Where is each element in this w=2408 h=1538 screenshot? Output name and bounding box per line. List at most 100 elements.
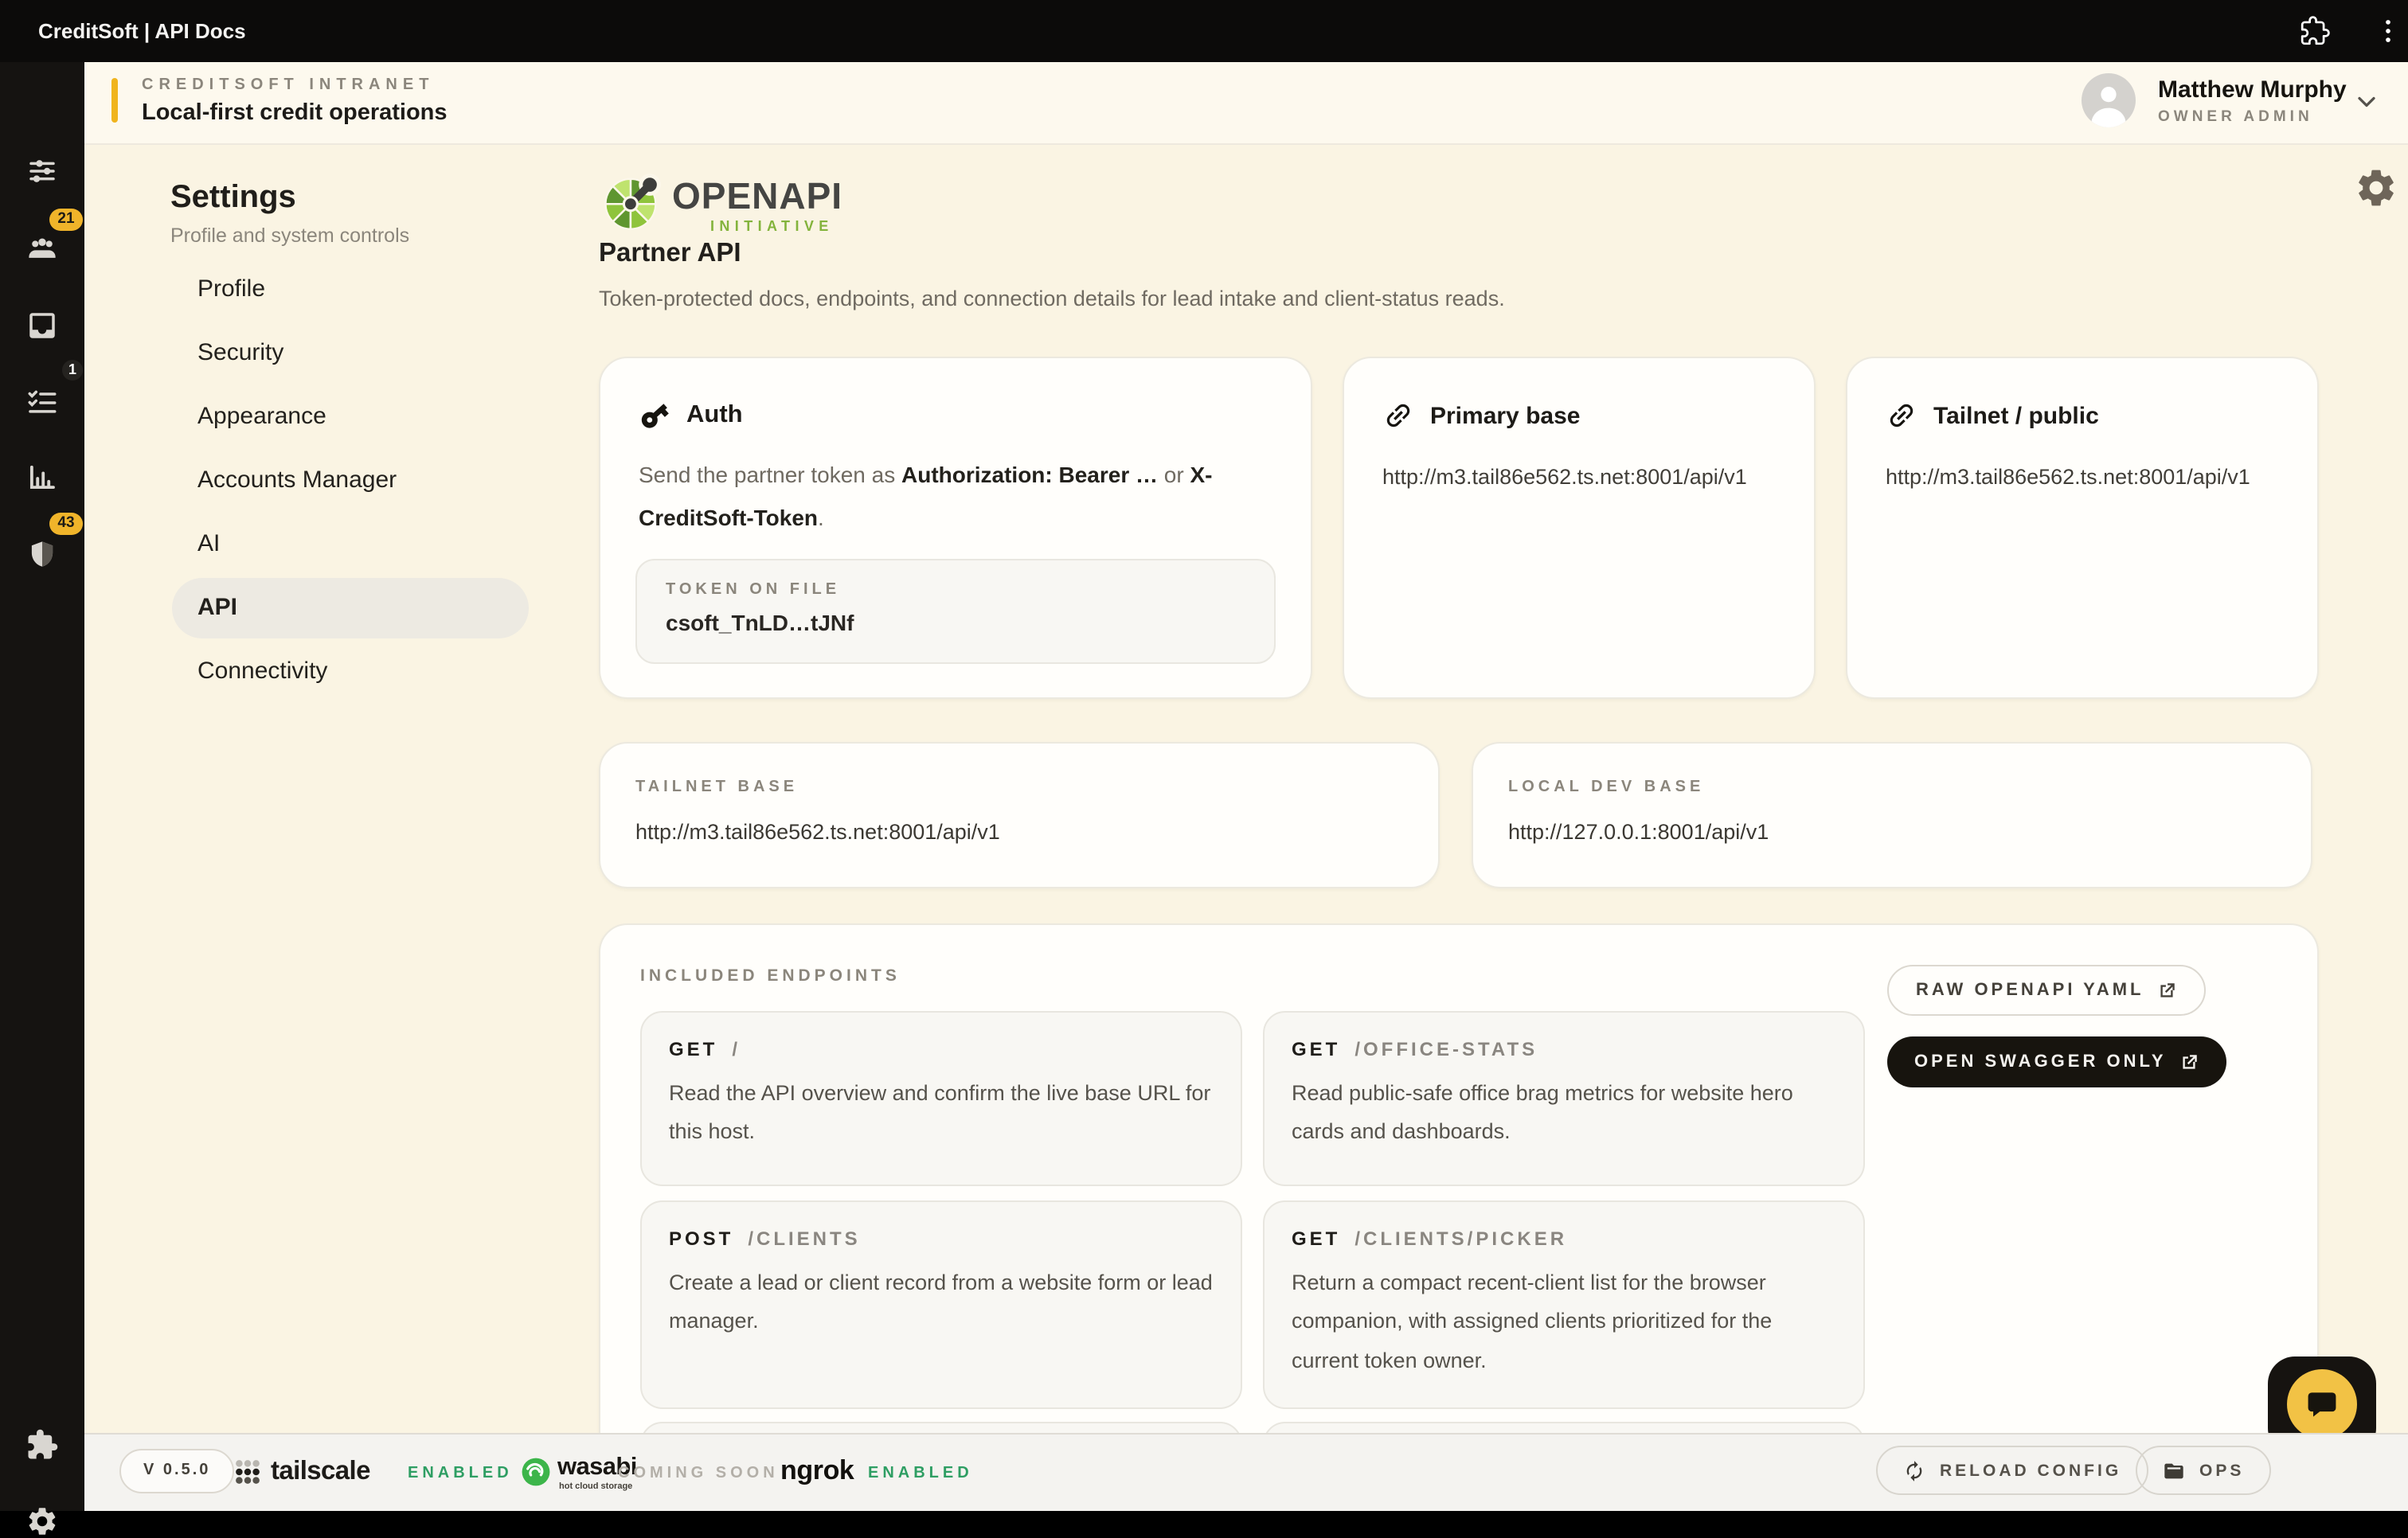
endpoint-path: /CLIENTS	[748, 1228, 860, 1250]
icon-rail: 21 1 43	[0, 62, 84, 1511]
raw-openapi-yaml-button[interactable]: RAW OPENAPI YAML	[1887, 965, 2207, 1016]
wasabi-tagline: hot cloud storage	[559, 1482, 632, 1492]
shield-count-badge: 43	[49, 513, 83, 535]
kebab-menu-icon[interactable]	[2373, 16, 2403, 46]
settings-title: Settings	[170, 180, 296, 217]
local-dev-base-card: LOCAL DEV BASE http://127.0.0.1:8001/api…	[1472, 742, 2312, 888]
endpoint-method: GET	[1292, 1228, 1340, 1250]
plugin-icon[interactable]	[25, 1428, 59, 1462]
nav-item-api[interactable]: API	[172, 578, 529, 638]
page-title: Partner API	[599, 239, 741, 269]
included-endpoints-label: INCLUDED ENDPOINTS	[640, 966, 901, 986]
bar-chart-icon[interactable]	[25, 460, 59, 494]
openapi-wordmark: OPENAPI	[672, 175, 842, 218]
endpoint-path: /	[732, 1038, 741, 1060]
nav-item-ai[interactable]: AI	[172, 514, 529, 575]
endpoint-description: Read public-safe office brag metrics for…	[1292, 1075, 1836, 1152]
version-badge: V 0.5.0	[119, 1449, 234, 1493]
primary-base-title: Primary base	[1430, 402, 1580, 429]
endpoint-card-clients: POST/CLIENTS Create a lead or client rec…	[640, 1200, 1242, 1409]
avatar[interactable]	[2082, 73, 2136, 127]
chat-bubble-circle	[2287, 1369, 2357, 1439]
tailnet-public-title: Tailnet / public	[1933, 402, 2099, 429]
accent-bar	[111, 78, 118, 123]
external-link-icon	[2179, 1052, 2200, 1072]
ngrok-status: ENABLED	[868, 1465, 973, 1482]
nav-item-security[interactable]: Security	[172, 323, 529, 384]
tailnet-public-card: Tailnet / public http://m3.tail86e562.ts…	[1846, 357, 2319, 699]
sliders-icon[interactable]	[25, 154, 59, 188]
checklist-icon[interactable]	[25, 385, 59, 419]
external-link-icon	[2157, 980, 2178, 1001]
nav-item-appearance[interactable]: Appearance	[172, 387, 529, 447]
reload-config-label: RELOAD CONFIG	[1940, 1461, 2121, 1480]
auth-description: Send the partner token as Authorization:…	[639, 454, 1263, 538]
shield-icon[interactable]	[25, 538, 59, 572]
raw-openapi-yaml-label: RAW OPENAPI YAML	[1916, 981, 2144, 1000]
tasks-count-badge: 1	[62, 360, 83, 381]
ngrok-wordmark: ngrok	[780, 1455, 854, 1487]
endpoint-description: Return a compact recent-client list for …	[1292, 1264, 1836, 1380]
included-endpoints-card: INCLUDED ENDPOINTS GET / Read the API ove…	[599, 923, 2319, 1509]
token-box: TOKEN ON FILE csoft_TnLD…tJNf	[635, 559, 1276, 664]
nav-item-connectivity[interactable]: Connectivity	[172, 642, 529, 702]
endpoint-card-clients-picker: GET/CLIENTS/PICKER Return a compact rece…	[1263, 1200, 1865, 1409]
refresh-icon	[1903, 1459, 1925, 1481]
tailnet-base-card: TAILNET BASE http://m3.tail86e562.ts.net…	[599, 742, 1440, 888]
users-count-badge: 21	[49, 209, 83, 231]
tailnet-base-url: http://m3.tail86e562.ts.net:8001/api/v1	[635, 820, 1000, 844]
speech-bubble-icon	[2304, 1387, 2340, 1422]
wasabi-logo-icon	[521, 1457, 551, 1487]
tailnet-public-url: http://m3.tail86e562.ts.net:8001/api/v1	[1886, 457, 2287, 498]
tailscale-wordmark: tailscale	[271, 1457, 370, 1487]
endpoint-card-root: GET / Read the API overview and confirm t…	[640, 1011, 1242, 1186]
openapi-initiative-label: INITIATIVE	[710, 218, 834, 234]
open-swagger-only-button[interactable]: OPEN SWAGGER ONLY	[1887, 1036, 2227, 1087]
tailscale-status: ENABLED	[408, 1465, 513, 1482]
user-name: Matthew Murphy	[2158, 76, 2347, 103]
link-icon	[1886, 400, 1917, 431]
page-subtitle: Token-protected docs, endpoints, and con…	[599, 287, 1505, 310]
tailnet-base-label: TAILNET BASE	[635, 779, 798, 796]
endpoint-description: Read the API overview and confirm the li…	[669, 1075, 1214, 1152]
gear-icon[interactable]	[25, 1505, 59, 1538]
nav-item-profile[interactable]: Profile	[172, 260, 529, 320]
endpoint-method: GET	[669, 1038, 717, 1060]
user-role: OWNER ADMIN	[2158, 108, 2313, 126]
titlebar: CreditSoft | API Docs	[0, 0, 2408, 62]
header-eyebrow: CREDITSOFT INTRANET	[142, 76, 434, 94]
chevron-down-icon[interactable]	[2352, 88, 2381, 116]
window-title: CreditSoft | API Docs	[38, 19, 246, 43]
endpoint-method: POST	[669, 1228, 733, 1250]
app-header: CREDITSOFT INTRANET Local-first credit o…	[84, 62, 2408, 145]
settings-gear-icon[interactable]	[2354, 166, 2398, 210]
users-icon[interactable]	[25, 232, 59, 266]
link-icon	[1382, 400, 1414, 431]
primary-base-card: Primary base http://m3.tail86e562.ts.net…	[1343, 357, 1816, 699]
auth-card: Auth Send the partner token as Authoriza…	[599, 357, 1312, 699]
token-label: TOKEN ON FILE	[666, 581, 1245, 599]
key-icon	[639, 400, 670, 431]
ops-label: OPS	[2199, 1461, 2244, 1480]
open-swagger-only-label: OPEN SWAGGER ONLY	[1914, 1052, 2167, 1072]
inbox-icon[interactable]	[25, 309, 59, 342]
person-icon	[2082, 73, 2136, 127]
primary-base-url: http://m3.tail86e562.ts.net:8001/api/v1	[1382, 457, 1784, 498]
reload-config-button[interactable]: RELOAD CONFIG	[1876, 1446, 2148, 1495]
endpoint-description: Create a lead or client record from a we…	[669, 1264, 1214, 1341]
endpoint-path: /OFFICE-STATS	[1354, 1038, 1538, 1060]
app-window: CreditSoft | API Docs 21 1 43 CREDITSOFT…	[0, 0, 2408, 1511]
tailscale-logo-icon	[234, 1458, 261, 1485]
folder-icon	[2163, 1459, 2185, 1481]
openapi-logo-icon	[599, 167, 666, 234]
endpoint-method: GET	[1292, 1038, 1340, 1060]
endpoint-card-office-stats: GET/OFFICE-STATS Read public-safe office…	[1263, 1011, 1865, 1186]
endpoint-path: /CLIENTS/PICKER	[1354, 1228, 1567, 1250]
local-dev-base-label: LOCAL DEV BASE	[1508, 779, 1704, 796]
extensions-icon[interactable]	[2300, 16, 2330, 46]
settings-subtitle: Profile and system controls	[170, 224, 409, 247]
ops-button[interactable]: OPS	[2136, 1446, 2271, 1495]
local-dev-base-url: http://127.0.0.1:8001/api/v1	[1508, 820, 1769, 844]
token-value: csoft_TnLD…tJNf	[666, 610, 1245, 635]
nav-item-accounts-manager[interactable]: Accounts Manager	[172, 451, 529, 511]
